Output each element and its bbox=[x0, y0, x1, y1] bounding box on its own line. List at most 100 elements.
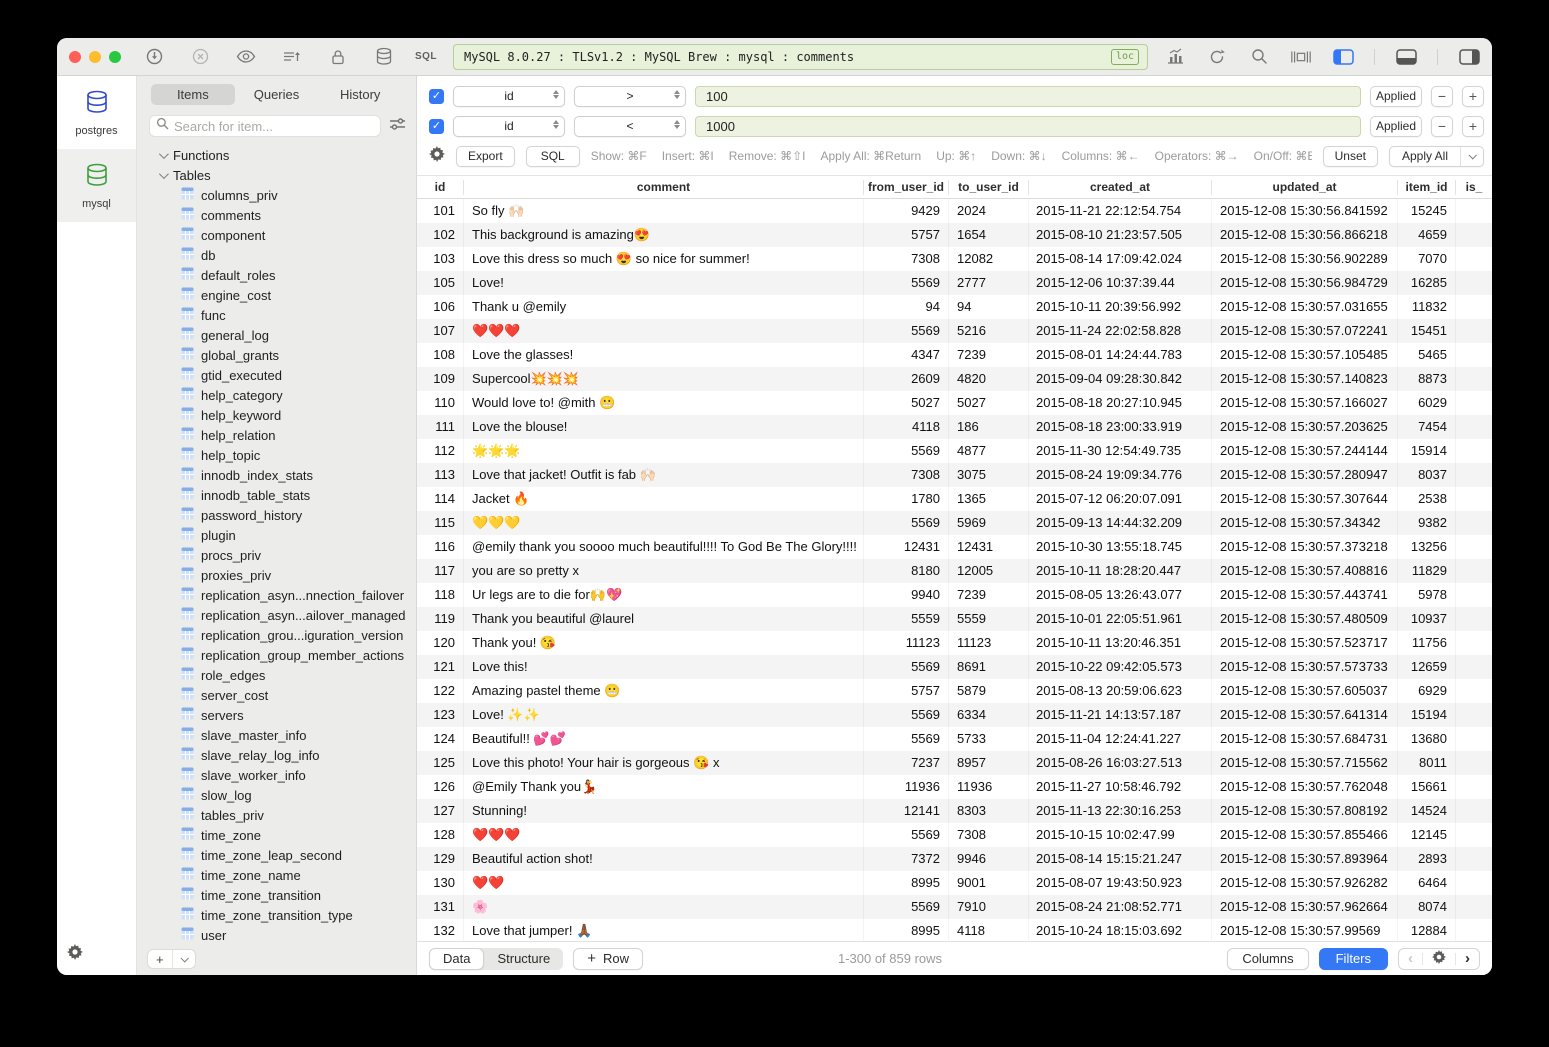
filter-settings-icon[interactable] bbox=[389, 117, 406, 136]
sql-editor-button[interactable]: SQL bbox=[415, 46, 437, 68]
fit-width-icon[interactable] bbox=[1290, 46, 1312, 68]
cell-is[interactable] bbox=[1455, 631, 1492, 655]
cell-from-user-id[interactable]: 5569 bbox=[863, 727, 948, 751]
cell-to-user-id[interactable]: 8691 bbox=[948, 655, 1028, 679]
sidebar-table-tables_priv[interactable]: tables_priv bbox=[137, 805, 416, 825]
cell-created-at[interactable]: 2015-08-18 23:00:33.919 bbox=[1028, 415, 1211, 439]
cell-to-user-id[interactable]: 2777 bbox=[948, 271, 1028, 295]
cell-created-at[interactable]: 2015-11-13 22:30:16.253 bbox=[1028, 799, 1211, 823]
filter-1-applied-button[interactable]: Applied bbox=[1370, 86, 1422, 107]
sidebar-table-time_zone_name[interactable]: time_zone_name bbox=[137, 865, 416, 885]
cell-comment[interactable]: Ur legs are to die for🙌💖 bbox=[463, 583, 863, 607]
cell-created-at[interactable]: 2015-07-12 06:20:07.091 bbox=[1028, 487, 1211, 511]
cell-item-id[interactable]: 11756 bbox=[1397, 631, 1455, 655]
cell-comment[interactable]: Love this photo! Your hair is gorgeous 😘… bbox=[463, 751, 863, 775]
sidebar-table-time_zone_transition_type[interactable]: time_zone_transition_type bbox=[137, 905, 416, 925]
cell-created-at[interactable]: 2015-12-06 10:37:39.44 bbox=[1028, 271, 1211, 295]
cell-updated-at[interactable]: 2015-12-08 15:30:57.244144 bbox=[1211, 439, 1397, 463]
cell-item-id[interactable]: 15245 bbox=[1397, 199, 1455, 223]
cell-to-user-id[interactable]: 4118 bbox=[948, 919, 1028, 941]
cell-from-user-id[interactable]: 9940 bbox=[863, 583, 948, 607]
cell-created-at[interactable]: 2015-08-14 15:15:21.247 bbox=[1028, 847, 1211, 871]
cell-updated-at[interactable]: 2015-12-08 15:30:56.984729 bbox=[1211, 271, 1397, 295]
sidebar-table-slave_master_info[interactable]: slave_master_info bbox=[137, 725, 416, 745]
cell-to-user-id[interactable]: 2024 bbox=[948, 199, 1028, 223]
cell-item-id[interactable]: 12145 bbox=[1397, 823, 1455, 847]
sidebar-table-innodb_table_stats[interactable]: innodb_table_stats bbox=[137, 485, 416, 505]
cell-from-user-id[interactable]: 11936 bbox=[863, 775, 948, 799]
sidebar-table-db[interactable]: db bbox=[137, 245, 416, 265]
cell-updated-at[interactable]: 2015-12-08 15:30:57.443741 bbox=[1211, 583, 1397, 607]
cell-is[interactable] bbox=[1455, 247, 1492, 271]
columns-button[interactable]: Columns bbox=[1227, 948, 1308, 970]
cell-created-at[interactable]: 2015-10-01 22:05:51.961 bbox=[1028, 607, 1211, 631]
filter-2-add-button[interactable]: + bbox=[1462, 116, 1484, 137]
filter-2-checkbox[interactable]: ✓ bbox=[429, 119, 444, 134]
next-page-button[interactable]: › bbox=[1456, 949, 1479, 969]
cell-item-id[interactable]: 16285 bbox=[1397, 271, 1455, 295]
filter-2-value-input[interactable] bbox=[695, 116, 1361, 137]
cell-id[interactable]: 106 bbox=[417, 295, 463, 319]
filter-2-remove-button[interactable]: − bbox=[1431, 116, 1453, 137]
cell-updated-at[interactable]: 2015-12-08 15:30:57.605037 bbox=[1211, 679, 1397, 703]
cell-is[interactable] bbox=[1455, 583, 1492, 607]
cell-from-user-id[interactable]: 5569 bbox=[863, 655, 948, 679]
sidebar-table-help_topic[interactable]: help_topic bbox=[137, 445, 416, 465]
cell-id[interactable]: 103 bbox=[417, 247, 463, 271]
cell-updated-at[interactable]: 2015-12-08 15:30:57.203625 bbox=[1211, 415, 1397, 439]
cell-created-at[interactable]: 2015-08-10 21:23:57.505 bbox=[1028, 223, 1211, 247]
sidebar-table-proxies_priv[interactable]: proxies_priv bbox=[137, 565, 416, 585]
cell-item-id[interactable]: 6929 bbox=[1397, 679, 1455, 703]
cell-from-user-id[interactable]: 2609 bbox=[863, 367, 948, 391]
cell-comment[interactable]: Love that jumper! 🙏🏾 bbox=[463, 919, 863, 941]
cell-created-at[interactable]: 2015-10-11 18:28:20.447 bbox=[1028, 559, 1211, 583]
cell-to-user-id[interactable]: 5733 bbox=[948, 727, 1028, 751]
cell-is[interactable] bbox=[1455, 463, 1492, 487]
cell-to-user-id[interactable]: 7308 bbox=[948, 823, 1028, 847]
cell-item-id[interactable]: 8011 bbox=[1397, 751, 1455, 775]
cell-is[interactable] bbox=[1455, 823, 1492, 847]
cell-id[interactable]: 122 bbox=[417, 679, 463, 703]
cell-from-user-id[interactable]: 4118 bbox=[863, 415, 948, 439]
cell-is[interactable] bbox=[1455, 679, 1492, 703]
cell-id[interactable]: 121 bbox=[417, 655, 463, 679]
cell-id[interactable]: 129 bbox=[417, 847, 463, 871]
cell-is[interactable] bbox=[1455, 775, 1492, 799]
sidebar-table-replication_asynnnection_failover[interactable]: replication_asyn...nnection_failover bbox=[137, 585, 416, 605]
tab-queries[interactable]: Queries bbox=[235, 84, 319, 105]
cell-is[interactable] bbox=[1455, 223, 1492, 247]
cell-id[interactable]: 116 bbox=[417, 535, 463, 559]
add-item-chevron-icon[interactable] bbox=[173, 950, 195, 968]
filter-1-remove-button[interactable]: − bbox=[1431, 86, 1453, 107]
sidebar-table-gtid_executed[interactable]: gtid_executed bbox=[137, 365, 416, 385]
sidebar-table-user[interactable]: user bbox=[137, 925, 416, 943]
search-box[interactable] bbox=[149, 115, 381, 137]
tab-items[interactable]: Items bbox=[151, 84, 235, 105]
cell-comment[interactable]: Stunning! bbox=[463, 799, 863, 823]
sidebar-table-innodb_index_stats[interactable]: innodb_index_stats bbox=[137, 465, 416, 485]
cell-item-id[interactable]: 15914 bbox=[1397, 439, 1455, 463]
cell-from-user-id[interactable]: 5757 bbox=[863, 223, 948, 247]
cell-updated-at[interactable]: 2015-12-08 15:30:57.684731 bbox=[1211, 727, 1397, 751]
cell-is[interactable] bbox=[1455, 607, 1492, 631]
cell-is[interactable] bbox=[1455, 487, 1492, 511]
cell-from-user-id[interactable]: 8180 bbox=[863, 559, 948, 583]
filter-2-column-select[interactable]: id bbox=[453, 116, 565, 137]
cell-created-at[interactable]: 2015-08-14 17:09:42.024 bbox=[1028, 247, 1211, 271]
cell-item-id[interactable]: 11829 bbox=[1397, 559, 1455, 583]
cell-is[interactable] bbox=[1455, 751, 1492, 775]
sidebar-table-procs_priv[interactable]: procs_priv bbox=[137, 545, 416, 565]
cell-created-at[interactable]: 2015-11-04 12:24:41.227 bbox=[1028, 727, 1211, 751]
minimize-window-button[interactable] bbox=[89, 51, 101, 63]
export-button[interactable]: Export bbox=[456, 146, 515, 167]
cell-item-id[interactable]: 13680 bbox=[1397, 727, 1455, 751]
cell-from-user-id[interactable]: 5569 bbox=[863, 511, 948, 535]
sidebar-table-help_category[interactable]: help_category bbox=[137, 385, 416, 405]
cell-updated-at[interactable]: 2015-12-08 15:30:57.140823 bbox=[1211, 367, 1397, 391]
cell-updated-at[interactable]: 2015-12-08 15:30:57.808192 bbox=[1211, 799, 1397, 823]
cell-comment[interactable]: Love! ✨✨ bbox=[463, 703, 863, 727]
cell-id[interactable]: 108 bbox=[417, 343, 463, 367]
cell-is[interactable] bbox=[1455, 367, 1492, 391]
sidebar-table-general_log[interactable]: general_log bbox=[137, 325, 416, 345]
cell-item-id[interactable]: 12659 bbox=[1397, 655, 1455, 679]
